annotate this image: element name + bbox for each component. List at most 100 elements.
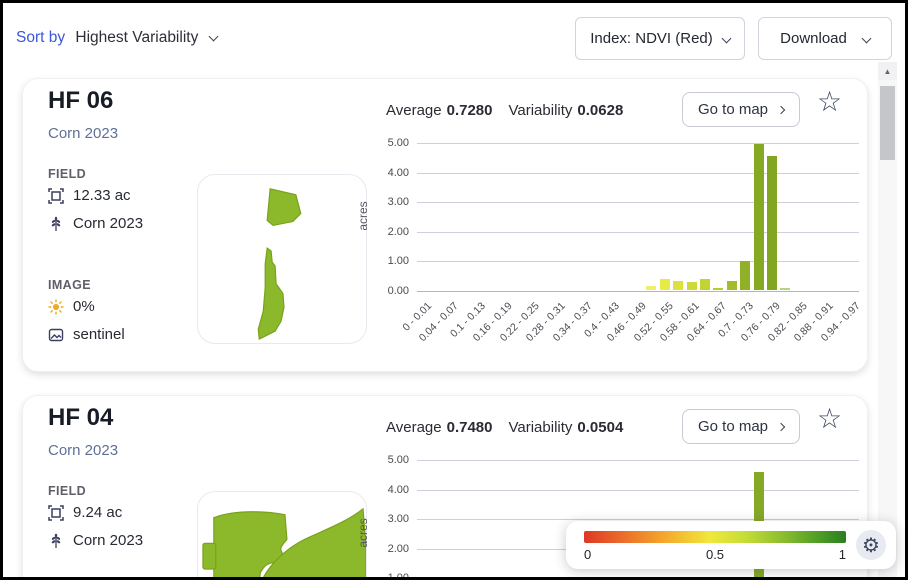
average-label: Average	[386, 102, 442, 119]
scroll-up-button[interactable]: ▲	[878, 62, 897, 80]
variability-label: Variability	[509, 102, 573, 119]
wheat-icon	[48, 216, 64, 232]
y-axis-tick: 1.00	[365, 255, 409, 267]
y-axis-tick: 2.00	[365, 226, 409, 238]
field-name: HF 04	[48, 404, 113, 432]
histogram-bar	[700, 279, 710, 290]
y-axis-tick: 5.00	[365, 454, 409, 466]
scale-mid: 0.5	[706, 547, 724, 562]
y-axis-tick: 2.00	[365, 543, 409, 555]
field-crop-row: Corn 2023	[48, 532, 143, 549]
settings-button[interactable]: ⚙	[856, 530, 886, 560]
field-shape-hf04	[198, 492, 366, 580]
field-shape-preview	[197, 491, 367, 580]
histogram-bar	[646, 286, 656, 290]
field-name: HF 06	[48, 87, 113, 115]
sort-by-label: Sort by	[16, 29, 65, 46]
average-label: Average	[386, 419, 442, 436]
cloud-cover-value: 0%	[73, 298, 95, 315]
field-crop-value: Corn 2023	[73, 215, 143, 232]
download-dropdown-label: Download	[780, 30, 847, 47]
grid-line	[417, 261, 859, 262]
histogram-bar	[754, 144, 764, 290]
chevron-down-icon	[721, 34, 731, 44]
sort-by-control: Sort by Highest Variability	[16, 29, 217, 47]
chevron-right-icon	[777, 105, 785, 113]
cloud-cover-row: 0%	[48, 298, 95, 315]
y-axis-tick: 5.00	[365, 137, 409, 149]
go-to-map-label: Go to map	[698, 101, 768, 118]
grid-line	[417, 232, 859, 233]
field-shape-preview	[197, 174, 367, 344]
field-section-label: FIELD	[48, 484, 86, 498]
area-bounds-icon	[48, 188, 64, 204]
field-season: Corn 2023	[48, 125, 118, 142]
histogram-bar	[713, 288, 723, 290]
variability-label: Variability	[509, 419, 573, 436]
field-area-row: 9.24 ac	[48, 504, 122, 521]
chevron-down-icon	[861, 34, 871, 44]
histogram-bar	[660, 279, 670, 290]
app-window: Sort by Highest Variability Index: NDVI …	[0, 0, 908, 580]
field-area-value: 12.33 ac	[73, 187, 131, 204]
histogram-bar	[767, 156, 777, 290]
field-crop-row: Corn 2023	[48, 215, 143, 232]
scale-max: 1	[839, 547, 846, 562]
field-shape-hf06	[198, 175, 366, 343]
index-dropdown[interactable]: Index: NDVI (Red)	[575, 17, 745, 60]
image-section-label: IMAGE	[48, 278, 91, 292]
color-scale-labels: 0 0.5 1	[584, 547, 846, 562]
field-crop-value: Corn 2023	[73, 532, 143, 549]
scale-min: 0	[584, 547, 591, 562]
scrollbar-thumb[interactable]	[880, 86, 895, 160]
field-section-label: FIELD	[48, 167, 86, 181]
color-scale-gradient	[584, 531, 846, 543]
y-axis-tick: 4.00	[365, 167, 409, 179]
favorite-star-icon[interactable]: ☆	[817, 405, 842, 433]
histogram-hf06: 5.004.003.002.001.000.00acres0 - 0.010.0…	[417, 143, 859, 291]
go-to-map-button[interactable]: Go to map	[682, 409, 800, 444]
field-season: Corn 2023	[48, 442, 118, 459]
field-card-hf06: HF 06 Corn 2023 FIELD 12.33 ac Corn 2023	[22, 78, 868, 372]
area-bounds-icon	[48, 505, 64, 521]
average-value: 0.7280	[447, 102, 493, 119]
sort-by-value[interactable]: Highest Variability	[75, 29, 198, 46]
y-axis-label: acres	[356, 503, 370, 563]
field-metrics: Average 0.7280 Variability0.0628	[386, 102, 623, 119]
image-source-value: sentinel	[73, 326, 125, 343]
y-axis-tick: 1.00	[365, 572, 409, 580]
histogram-bar	[673, 281, 683, 290]
grid-line	[417, 460, 859, 461]
histogram-bar	[727, 281, 737, 290]
y-axis-tick: 3.00	[365, 513, 409, 525]
go-to-map-button[interactable]: Go to map	[682, 92, 800, 127]
variability-value: 0.0504	[577, 419, 623, 436]
field-area-row: 12.33 ac	[48, 187, 131, 204]
average-value: 0.7480	[447, 419, 493, 436]
y-axis-tick: 3.00	[365, 196, 409, 208]
gear-icon: ⚙	[862, 533, 880, 558]
favorite-star-icon[interactable]: ☆	[817, 88, 842, 116]
download-dropdown[interactable]: Download	[758, 17, 892, 60]
chevron-down-icon[interactable]	[208, 32, 218, 42]
index-dropdown-label: Index: NDVI (Red)	[590, 30, 713, 47]
go-to-map-label: Go to map	[698, 418, 768, 435]
vertical-scrollbar[interactable]: ▲	[878, 62, 897, 577]
histogram-bar	[780, 288, 790, 290]
grid-line	[417, 490, 859, 491]
grid-line	[417, 291, 859, 292]
y-axis-tick: 0.00	[365, 285, 409, 297]
grid-line	[417, 143, 859, 144]
chevron-right-icon	[777, 422, 785, 430]
ndvi-color-legend: 0 0.5 1 ⚙	[566, 521, 896, 569]
histogram-bar	[687, 282, 697, 290]
y-axis-tick: 4.00	[365, 484, 409, 496]
y-axis-label: acres	[356, 186, 370, 246]
image-source-row: sentinel	[48, 326, 125, 343]
field-area-value: 9.24 ac	[73, 504, 122, 521]
variability-value: 0.0628	[577, 102, 623, 119]
field-metrics: Average 0.7480 Variability0.0504	[386, 419, 623, 436]
histogram-bar	[740, 261, 750, 290]
sun-icon	[48, 299, 64, 315]
grid-line	[417, 202, 859, 203]
